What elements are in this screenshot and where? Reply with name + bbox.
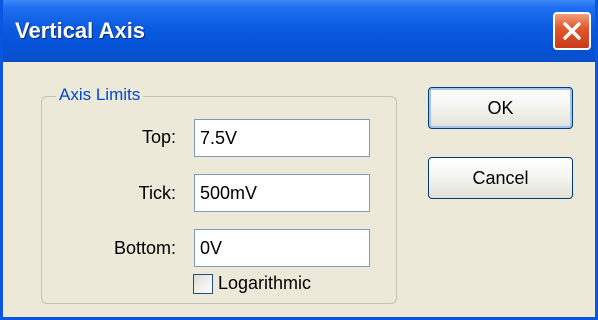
ok-button[interactable]: OK	[428, 87, 573, 129]
logarithmic-label[interactable]: Logarithmic	[218, 273, 311, 294]
close-icon	[563, 22, 581, 40]
top-label: Top:	[141, 127, 176, 147]
axis-limits-group: Axis Limits Top: Tick: Bottom: Logarithm…	[41, 85, 397, 304]
tick-input[interactable]	[194, 174, 370, 212]
bottom-label: Bottom:	[113, 238, 176, 258]
cancel-button[interactable]: Cancel	[428, 157, 573, 199]
top-input[interactable]	[194, 119, 370, 157]
dialog-window: Vertical Axis Axis Limits Top: Tick: Bot…	[0, 0, 598, 320]
bottom-input[interactable]	[194, 229, 370, 267]
close-button[interactable]	[553, 12, 591, 50]
title-bar[interactable]: Vertical Axis	[3, 0, 595, 62]
tick-label: Tick:	[138, 183, 176, 203]
logarithmic-checkbox[interactable]	[193, 274, 213, 294]
window-title: Vertical Axis	[15, 18, 146, 43]
group-legend: Axis Limits	[56, 85, 144, 105]
